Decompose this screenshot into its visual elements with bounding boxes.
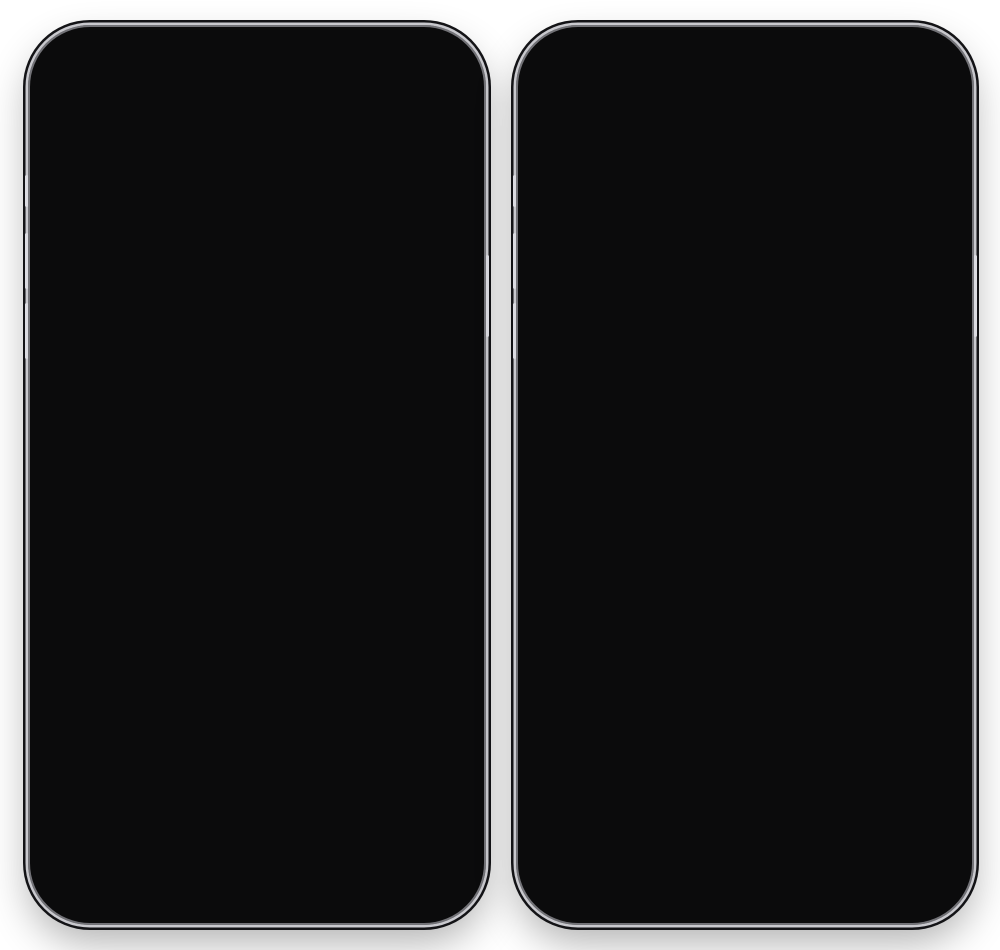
volume-down-button-right[interactable] (513, 303, 516, 359)
volume-up-button[interactable] (25, 233, 28, 289)
silent-switch[interactable] (25, 175, 28, 207)
phone-right-facebook-video: 9:41 Video (513, 25, 977, 925)
volume-up-button-right[interactable] (513, 233, 516, 289)
phone-left-instagram-reels: The Stages of Clay with Paula Montgomery… (25, 25, 489, 925)
silent-switch-right[interactable] (513, 175, 516, 207)
mockup-stage: The Stages of Clay with Paula Montgomery… (0, 0, 1000, 950)
volume-down-button[interactable] (25, 303, 28, 359)
power-button-right[interactable] (974, 255, 977, 337)
power-button[interactable] (486, 255, 489, 337)
